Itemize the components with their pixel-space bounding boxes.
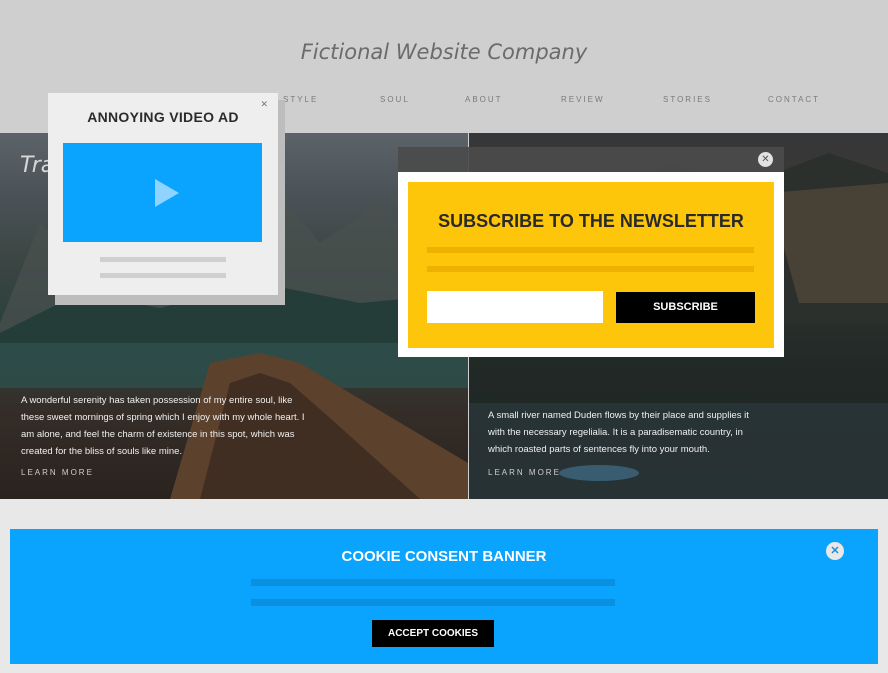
hero-right-learn-more[interactable]: LEARN MORE [488, 468, 561, 477]
cookie-placeholder-line [251, 599, 615, 606]
newsletter-popup: SUBSCRIBE TO THE NEWSLETTER SUBSCRIBE [398, 172, 784, 357]
newsletter-title: SUBSCRIBE TO THE NEWSLETTER [438, 211, 744, 231]
nav-item-about[interactable]: ABOUT [465, 95, 503, 104]
close-icon[interactable]: ✕ [826, 542, 844, 560]
site-title: Fictional Website Company [300, 40, 588, 64]
nav-item-stories[interactable]: STORIES [663, 95, 712, 104]
ad-placeholder-line [100, 257, 226, 262]
newsletter-placeholder-line [427, 266, 754, 272]
accept-cookies-button[interactable]: ACCEPT COOKIES [372, 620, 494, 647]
hero-left-text: A wonderful serenity has taken possessio… [21, 395, 305, 457]
nav-item-review[interactable]: REVIEW [561, 95, 605, 104]
cookie-title: COOKIE CONSENT BANNER [341, 548, 547, 565]
close-icon[interactable]: ✕ [260, 99, 268, 110]
nav-item-soul[interactable]: SOUL [380, 95, 410, 104]
play-icon[interactable] [155, 179, 179, 207]
ad-placeholder-line [100, 273, 226, 278]
video-ad-title: ANNOYING VIDEO AD [87, 109, 239, 125]
newsletter-header-bar [398, 147, 784, 175]
subscribe-button[interactable]: SUBSCRIBE [616, 292, 755, 323]
close-icon[interactable]: ✕ [758, 152, 773, 167]
cookie-consent-banner: COOKIE CONSENT BANNER ACCEPT COOKIES ✕ [10, 529, 878, 664]
newsletter-placeholder-line [427, 247, 754, 253]
newsletter-email-input[interactable] [427, 291, 603, 323]
hero-right-text: A small river named Duden flows by their… [488, 410, 749, 455]
newsletter-box: SUBSCRIBE TO THE NEWSLETTER SUBSCRIBE [408, 182, 774, 348]
video-ad-player[interactable] [63, 143, 262, 242]
video-ad-popup: ANNOYING VIDEO AD ✕ [48, 93, 278, 295]
cookie-placeholder-line [251, 579, 615, 586]
nav-item-contact[interactable]: CONTACT [768, 95, 820, 104]
nav-item-style[interactable]: STYLE [283, 95, 318, 104]
hero-left-learn-more[interactable]: LEARN MORE [21, 468, 94, 477]
